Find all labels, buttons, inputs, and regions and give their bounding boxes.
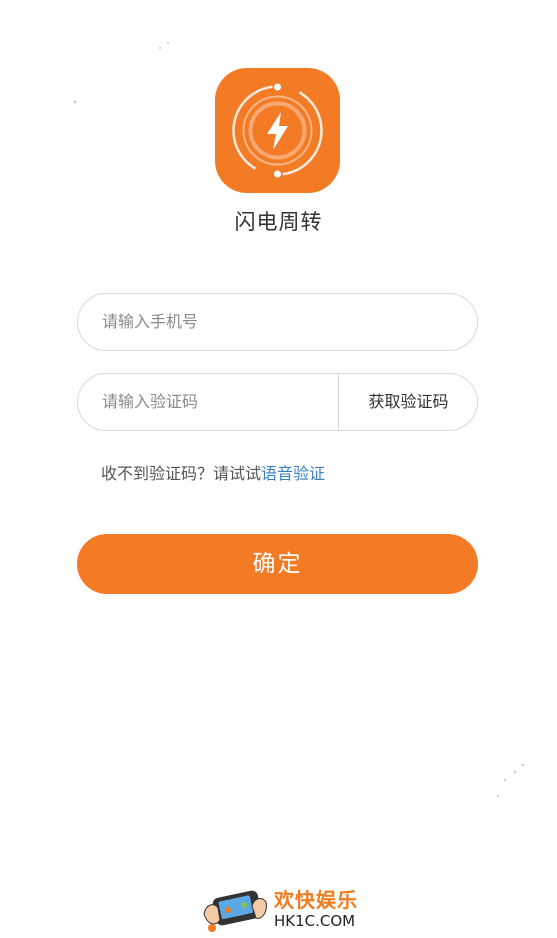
watermark-title: 欢快娱乐 [274, 888, 358, 912]
code-input[interactable]: 请输入验证码 [102, 374, 198, 430]
confirm-button[interactable]: 确定 [77, 534, 478, 594]
login-page: 闪电周转 请输入手机号 请输入验证码 获取验证码 收不到验证码？请试试语音验证 … [0, 0, 557, 938]
app-logo [215, 68, 340, 193]
hint-message: 收不到验证码？请试试 [101, 464, 262, 483]
watermark-domain: HK1C.COM [274, 912, 356, 930]
app-name: 闪电周转 [234, 210, 323, 234]
phone-input[interactable]: 请输入手机号 [77, 293, 478, 351]
verification-code-field: 请输入验证码 获取验证码 [77, 373, 478, 431]
hint-text: 收不到验证码？请试试语音验证 [101, 460, 325, 484]
voice-verify-link[interactable]: 语音验证 [261, 464, 325, 483]
gamepad-hands-icon [203, 890, 267, 932]
get-code-button[interactable]: 获取验证码 [339, 374, 478, 430]
lightning-bolt-icon [232, 83, 323, 178]
watermark: 欢快娱乐 HK1C.COM [200, 880, 370, 936]
phone-placeholder: 请输入手机号 [102, 312, 199, 331]
